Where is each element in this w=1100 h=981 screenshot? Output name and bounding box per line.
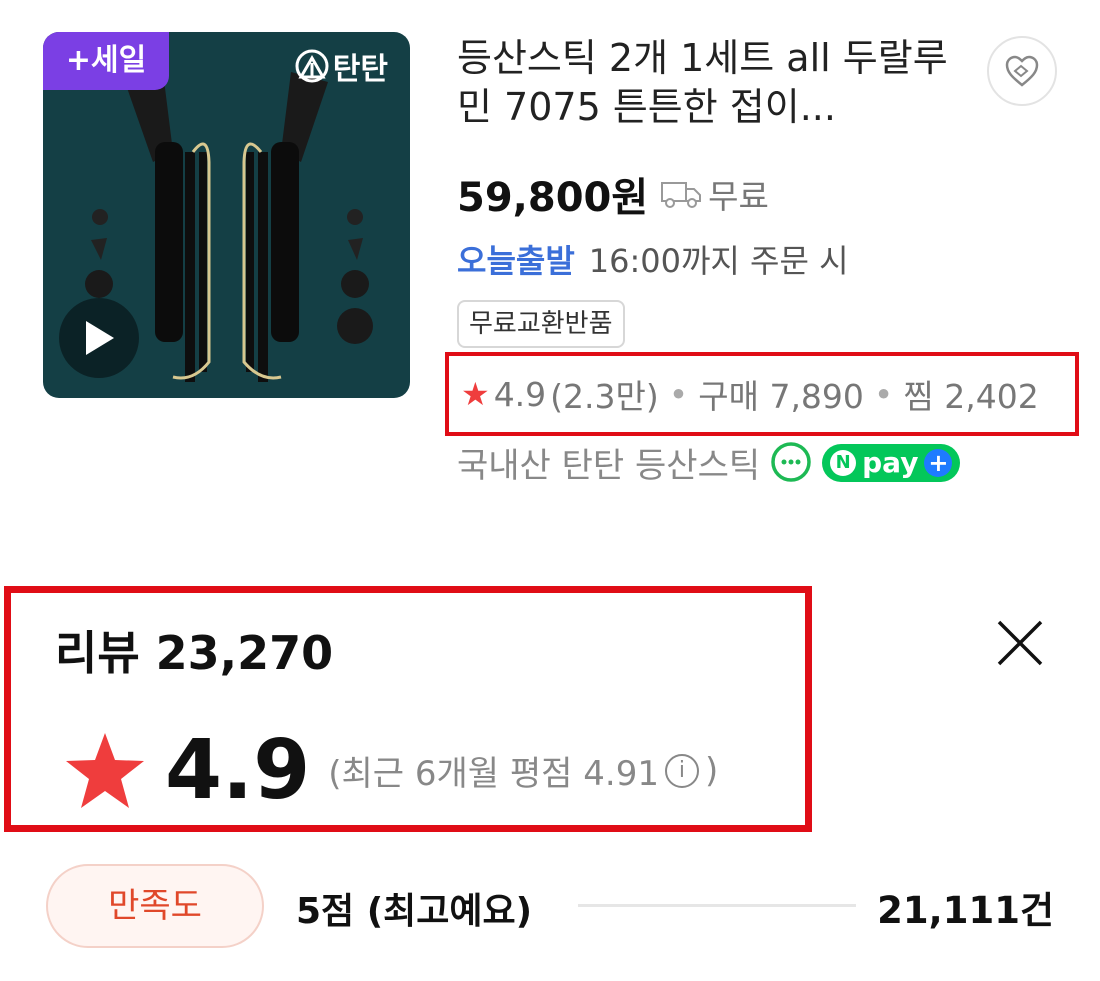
heart-icon [1005,55,1039,87]
stats-purchase: 구매 7,890 [698,377,864,416]
play-icon [86,321,114,355]
stats-rating-count: (2.3만) [550,377,659,416]
truck-icon [661,182,702,208]
review-summary: 리뷰 23,270 4.9 (최근 6개월 평점 4.91 i ) [4,586,812,832]
review-score: 4.9 [165,723,311,818]
price: 59,800원 [457,175,649,221]
sale-badge: +세일 [43,32,169,90]
shipping-info: 무료 [660,170,769,218]
talk-chat-icon[interactable] [770,441,812,484]
npay-label: pay [862,445,919,479]
brand-logo: 탄탄 [295,44,388,88]
product-thumbnail[interactable]: +세일 탄탄 [43,32,410,398]
satisfaction-filter-button[interactable]: 만족도 [46,864,264,948]
seller-row: 국내산 탄탄 등산스틱 N pay + [457,438,961,487]
naver-n-icon: N [830,449,857,476]
delivery-row: 오늘출발 16:00까지 주문 시 [457,236,849,282]
recent-rating: (최근 6개월 평점 4.91 i ) [328,746,718,795]
delivery-desc: 16:00까지 주문 시 [588,242,849,280]
wishlist-button[interactable] [987,36,1057,106]
plus-icon: + [924,448,953,477]
today-departure-label: 오늘출발 [457,242,575,280]
satisfaction-score-label: 5점 (최고예요) [296,891,533,932]
star-icon: ★ [461,375,490,413]
product-stats: ★ 4.9 (2.3만) • 구매 7,890 • 찜 2,402 [445,352,1079,436]
close-icon[interactable] [995,618,1045,668]
play-button[interactable] [59,298,139,378]
price-row: 59,800원 무료 [457,165,769,223]
separator-dot: • [873,374,894,414]
npay-plus-badge: N pay + [822,443,961,482]
shipping-label: 무료 [708,177,769,216]
recent-rating-close: ) [704,750,719,791]
product-title[interactable]: 등산스틱 2개 1세트 all 두랄루민 7075 튼튼한 접이... [457,34,957,132]
satisfaction-bar [578,904,856,907]
stats-rating: 4.9 [493,374,547,414]
satisfaction-count: 21,111건 [877,889,1054,932]
mountain-logo-icon [295,49,329,83]
review-rating: 4.9 (최근 6개월 평점 4.91 i ) [63,723,718,818]
free-return-tag: 무료교환반품 [457,300,625,348]
recent-rating-text: (최근 6개월 평점 4.91 [328,754,659,794]
stats-wish: 찜 2,402 [903,377,1039,416]
separator-dot: • [668,374,689,414]
seller-name[interactable]: 국내산 탄탄 등산스틱 [457,438,760,487]
brand-name: 탄탄 [332,52,388,87]
review-title: 리뷰 23,270 [55,626,334,680]
star-icon [63,729,147,813]
info-icon[interactable]: i [664,753,699,788]
